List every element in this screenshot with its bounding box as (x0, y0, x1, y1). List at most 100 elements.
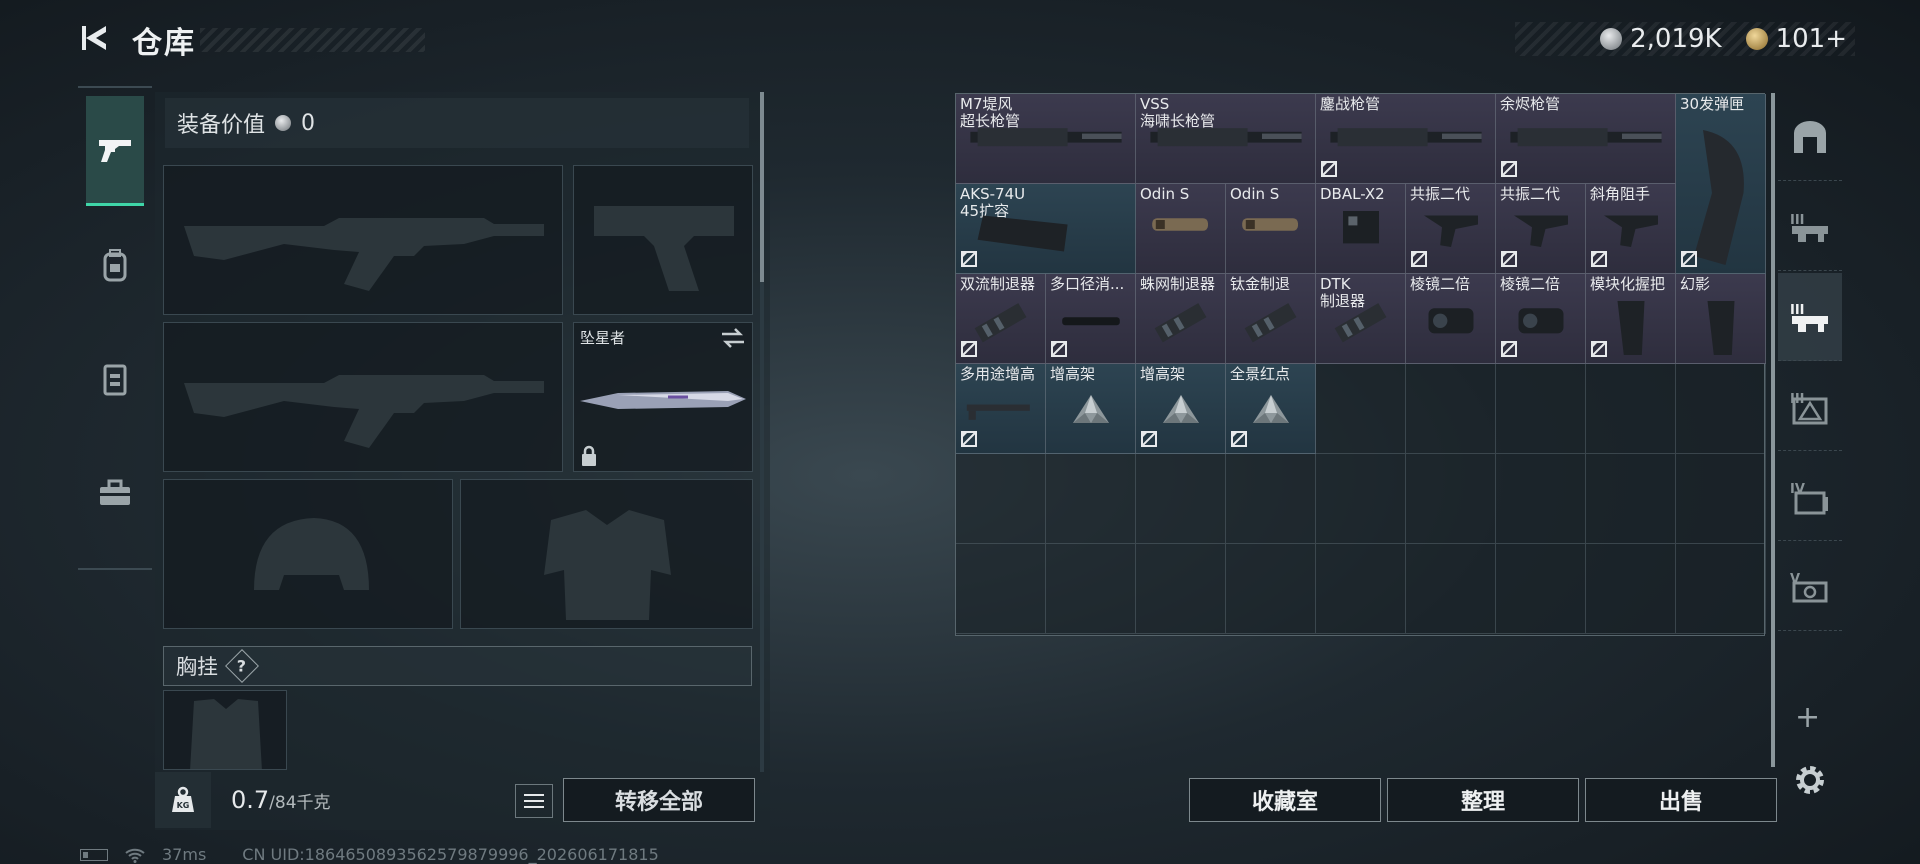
empty-grid-cell[interactable] (1676, 544, 1766, 634)
swap-icon[interactable] (720, 327, 746, 349)
tab-storage-home[interactable] (1778, 93, 1842, 181)
sell-button[interactable]: 出售 (1585, 778, 1777, 822)
storage-item[interactable]: 模块化握把 (1586, 274, 1676, 364)
tab-weapons[interactable] (86, 96, 144, 206)
empty-grid-cell[interactable] (1496, 364, 1586, 454)
helmet-silhouette-icon (254, 518, 369, 590)
back-arrow-icon[interactable] (78, 20, 114, 56)
melee-weapon-slot[interactable]: 坠星者 (573, 322, 753, 472)
tab-vest[interactable] (86, 324, 144, 434)
helmet-slot[interactable] (163, 479, 453, 629)
storage-4-icon: IV (1790, 482, 1828, 514)
organize-button[interactable]: 整理 (1387, 778, 1579, 822)
primary-weapon-slot-2[interactable] (163, 322, 563, 472)
storage-item[interactable]: 棱镜二倍 (1496, 274, 1586, 364)
tab-storage-5[interactable]: V (1778, 543, 1842, 631)
storage-item[interactable]: 钛金制退 (1226, 274, 1316, 364)
loadout-scroll-thumb[interactable] (760, 92, 764, 282)
storage-item[interactable]: 蛛网制退器 (1136, 274, 1226, 364)
loadout-scrollbar[interactable] (760, 92, 764, 772)
storage-item[interactable]: 增高架 (1046, 364, 1136, 454)
title-decoration (200, 28, 425, 52)
muzzle-icon (1334, 303, 1387, 343)
primary-weapon-slot[interactable] (163, 165, 563, 315)
no-trade-icon (1591, 341, 1607, 357)
ping-value: 37ms (162, 845, 207, 864)
storage-item[interactable]: 30发弹匣 (1676, 94, 1766, 274)
storage-item[interactable]: 增高架 (1136, 364, 1226, 454)
barrel-icon (1510, 128, 1662, 147)
storage-item[interactable]: M7堤风 超长枪管 (956, 94, 1136, 184)
storage-item[interactable]: 共振二代 (1496, 184, 1586, 274)
magazine-icon (1694, 130, 1744, 265)
silver-coin-icon (275, 115, 292, 131)
add-storage-button[interactable]: + (1795, 700, 1820, 735)
chest-rig-slot[interactable] (163, 690, 287, 770)
storage-item[interactable]: 余烬枪管 (1496, 94, 1676, 184)
muzzle-icon (1244, 303, 1297, 343)
empty-grid-cell[interactable] (1406, 364, 1496, 454)
storage-item[interactable]: DBAL-X2 (1316, 184, 1406, 274)
tab-storage-3[interactable]: III (1778, 183, 1842, 271)
storage-item[interactable]: Odin S (1136, 184, 1226, 274)
storage-item[interactable]: AKS-74U 45扩容 (956, 184, 1136, 274)
list-view-button[interactable] (515, 784, 553, 818)
storage-scrollbar[interactable] (1771, 93, 1775, 767)
storage-item[interactable]: VSS 海啸长枪管 (1136, 94, 1316, 184)
empty-grid-cell[interactable] (1586, 364, 1676, 454)
empty-grid-cell[interactable] (1676, 454, 1766, 544)
tab-storage-4[interactable]: IV (1778, 453, 1842, 541)
storage-item[interactable]: 双流制退器 (956, 274, 1046, 364)
storage-item[interactable]: 鏖战枪管 (1316, 94, 1496, 184)
empty-grid-cell[interactable] (1226, 544, 1316, 634)
empty-grid-cell[interactable] (1586, 544, 1676, 634)
gear-icon[interactable] (1790, 760, 1830, 800)
empty-grid-cell[interactable] (956, 454, 1046, 544)
armor-slot[interactable] (460, 479, 753, 629)
backpack-icon (103, 249, 127, 282)
collection-room-button[interactable]: 收藏室 (1189, 778, 1381, 822)
muzzle-icon (1154, 303, 1207, 343)
empty-grid-cell[interactable] (1496, 544, 1586, 634)
no-trade-icon (1501, 341, 1517, 357)
empty-grid-cell[interactable] (1046, 544, 1136, 634)
empty-grid-cell[interactable] (1316, 364, 1406, 454)
help-icon[interactable]: ? (225, 649, 259, 683)
storage-item[interactable]: 棱镜二倍 (1406, 274, 1496, 364)
empty-grid-cell[interactable] (956, 544, 1046, 634)
transfer-all-button[interactable]: 转移全部 (563, 778, 755, 822)
storage-item[interactable]: 共振二代 (1406, 184, 1496, 274)
armor-silhouette-icon (544, 510, 671, 620)
tab-storage-3-active[interactable]: III (1778, 273, 1842, 361)
empty-grid-cell[interactable] (1046, 454, 1136, 544)
storage-item[interactable]: 斜角阻手 (1586, 184, 1676, 274)
storage-item[interactable]: DTK 制退器 (1316, 274, 1406, 364)
barrel-icon (1150, 128, 1302, 147)
empty-grid-cell[interactable] (1496, 454, 1586, 544)
empty-grid-cell[interactable] (1316, 544, 1406, 634)
tab-toolbox[interactable] (86, 438, 144, 548)
tab-backpack[interactable] (86, 210, 144, 320)
secondary-weapon-slot[interactable] (573, 165, 753, 315)
storage-item[interactable]: 多口径消... (1046, 274, 1136, 364)
storage-scroll-thumb[interactable] (1771, 93, 1775, 767)
empty-grid-cell[interactable] (1136, 454, 1226, 544)
tab-storage-3c[interactable]: III (1778, 363, 1842, 451)
empty-grid-cell[interactable] (1406, 454, 1496, 544)
empty-grid-cell[interactable] (1676, 364, 1766, 454)
empty-grid-cell[interactable] (1586, 454, 1676, 544)
storage-item[interactable]: 全景红点 (1226, 364, 1316, 454)
empty-grid-cell[interactable] (1316, 454, 1406, 544)
category-tabs (78, 86, 152, 570)
gold-coin-icon (1745, 28, 1768, 50)
empty-grid-cell[interactable] (1406, 544, 1496, 634)
empty-grid-cell[interactable] (1136, 544, 1226, 634)
silver-coin-icon (1600, 28, 1623, 50)
chest-rig-header: 胸挂 ? (163, 646, 752, 686)
storage-item[interactable]: 幻影 (1676, 274, 1766, 364)
knife-icon (580, 391, 746, 409)
storage-item[interactable]: Odin S (1226, 184, 1316, 274)
storage-item[interactable]: 多用途增高 (956, 364, 1046, 454)
help-mark: ? (237, 656, 247, 676)
empty-grid-cell[interactable] (1226, 454, 1316, 544)
